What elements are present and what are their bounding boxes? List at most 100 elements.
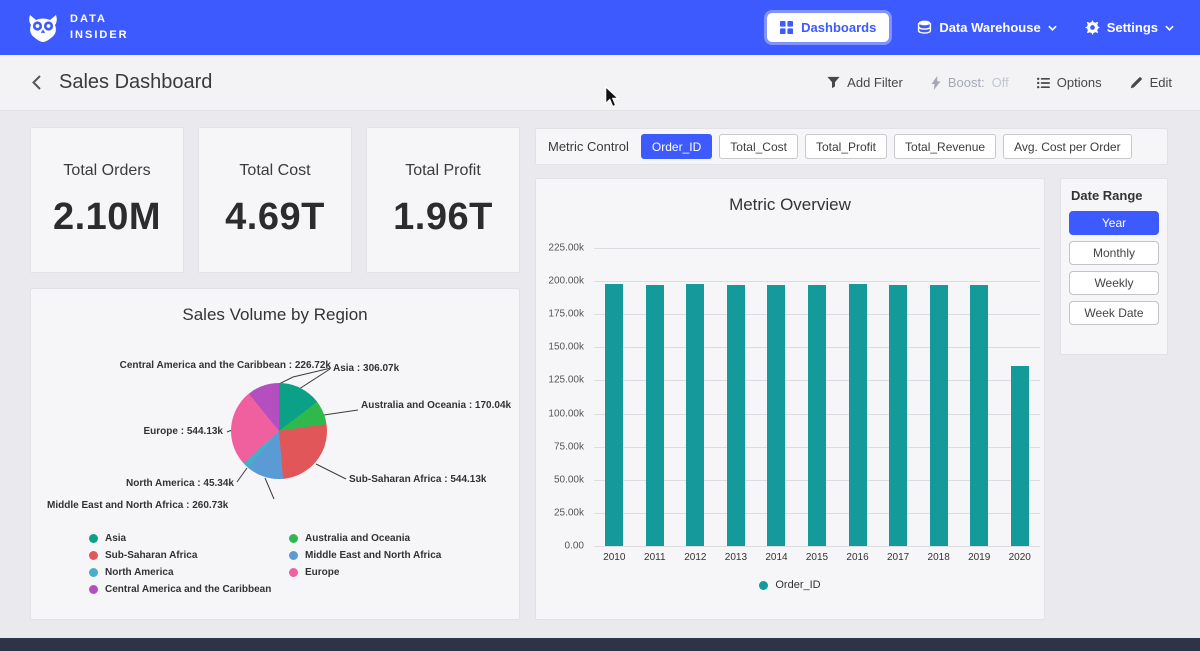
bar[interactable] bbox=[686, 284, 704, 546]
kpi-total-orders: Total Orders 2.10M bbox=[30, 127, 184, 273]
boost-toggle[interactable]: Boost: Off bbox=[931, 75, 1009, 90]
pie[interactable] bbox=[231, 383, 327, 479]
metric-button-total-cost[interactable]: Total_Cost bbox=[719, 134, 798, 159]
gear-icon bbox=[1085, 20, 1100, 35]
back-button[interactable] bbox=[28, 71, 45, 94]
bar-column: 2010 bbox=[594, 248, 635, 546]
bar[interactable] bbox=[727, 285, 745, 546]
brand-text: DATA INSIDER bbox=[70, 12, 129, 44]
x-axis-tick: 2018 bbox=[928, 552, 950, 563]
x-axis-tick: 2016 bbox=[846, 552, 868, 563]
bar[interactable] bbox=[849, 284, 867, 546]
kpi-row: Total Orders 2.10M Total Cost 4.69T Tota… bbox=[30, 127, 520, 273]
date-range-week-date-button[interactable]: Week Date bbox=[1069, 301, 1159, 325]
gridline bbox=[594, 546, 1040, 547]
legend-dot bbox=[89, 568, 98, 577]
legend-label: Asia bbox=[105, 533, 126, 544]
settings-menu[interactable]: Settings bbox=[1085, 20, 1174, 35]
bar[interactable] bbox=[1011, 366, 1029, 546]
legend-label: Middle East and North Africa bbox=[305, 550, 441, 561]
date-range-monthly-button[interactable]: Monthly bbox=[1069, 241, 1159, 265]
edit-label: Edit bbox=[1150, 75, 1172, 90]
dashboards-button[interactable]: Dashboards bbox=[767, 13, 889, 42]
dashboards-grid-icon bbox=[780, 21, 793, 34]
bar[interactable] bbox=[808, 285, 826, 546]
legend-item-asia[interactable]: Asia bbox=[89, 533, 289, 544]
bar-column: 2012 bbox=[675, 248, 716, 546]
x-axis-tick: 2014 bbox=[765, 552, 787, 563]
owl-logo-icon bbox=[26, 13, 60, 43]
legend-item-central-america[interactable]: Central America and the Caribbean bbox=[89, 584, 289, 595]
pie-label-middle-east: Middle East and North Africa : 260.73k bbox=[47, 500, 228, 511]
metric-button-avg-cost-per-order[interactable]: Avg. Cost per Order bbox=[1003, 134, 1132, 159]
legend-label: North America bbox=[105, 567, 174, 578]
data-warehouse-menu[interactable]: Data Warehouse bbox=[917, 20, 1056, 35]
add-filter-button[interactable]: Add Filter bbox=[827, 75, 903, 90]
legend-item-australia-oceania[interactable]: Australia and Oceania bbox=[289, 533, 441, 544]
pie-label-asia: Asia : 306.07k bbox=[333, 363, 399, 374]
legend-label: Australia and Oceania bbox=[305, 533, 410, 544]
legend-label: Central America and the Caribbean bbox=[105, 584, 271, 595]
kpi-value: 1.96T bbox=[393, 196, 493, 239]
kpi-label: Total Orders bbox=[63, 162, 150, 180]
database-icon bbox=[917, 20, 932, 35]
y-axis-tick: 0.00 bbox=[565, 541, 584, 552]
date-range-weekly-button[interactable]: Weekly bbox=[1069, 271, 1159, 295]
kpi-label: Total Profit bbox=[405, 162, 481, 180]
bar[interactable] bbox=[605, 284, 623, 546]
legend-dot bbox=[89, 585, 98, 594]
y-axis-tick: 200.00k bbox=[548, 276, 584, 287]
kpi-total-cost: Total Cost 4.69T bbox=[198, 127, 352, 273]
pencil-icon bbox=[1130, 76, 1143, 89]
bar[interactable] bbox=[889, 285, 907, 546]
options-button[interactable]: Options bbox=[1037, 75, 1102, 90]
kpi-label: Total Cost bbox=[239, 162, 310, 180]
y-axis-tick: 100.00k bbox=[548, 408, 584, 419]
bar-column: 2020 bbox=[999, 248, 1040, 546]
bar[interactable] bbox=[970, 285, 988, 546]
legend-dot bbox=[89, 551, 98, 560]
bar-chart-legend[interactable]: Order_ID bbox=[536, 579, 1044, 591]
legend-item-middle-east[interactable]: Middle East and North Africa bbox=[289, 550, 441, 561]
bar-column: 2019 bbox=[959, 248, 1000, 546]
x-axis-tick: 2010 bbox=[603, 552, 625, 563]
y-axis: 0.0025.00k50.00k75.00k100.00k125.00k150.… bbox=[536, 248, 588, 546]
kpi-total-profit: Total Profit 1.96T bbox=[366, 127, 520, 273]
pie-label-north-america: North America : 45.34k bbox=[126, 478, 234, 489]
y-axis-tick: 225.00k bbox=[548, 243, 584, 254]
brand[interactable]: DATA INSIDER bbox=[26, 12, 129, 44]
metric-button-total-revenue[interactable]: Total_Revenue bbox=[894, 134, 996, 159]
chevron-left-icon bbox=[32, 75, 41, 90]
date-range-title: Date Range bbox=[1071, 188, 1159, 203]
bar[interactable] bbox=[930, 285, 948, 546]
pie-legend-column: Asia Sub-Saharan Africa North America Ce… bbox=[89, 533, 289, 595]
pie-legend: Asia Sub-Saharan Africa North America Ce… bbox=[31, 533, 519, 595]
list-icon bbox=[1037, 77, 1050, 89]
x-axis-tick: 2013 bbox=[725, 552, 747, 563]
y-axis-tick: 25.00k bbox=[554, 507, 584, 518]
legend-item-north-america[interactable]: North America bbox=[89, 567, 289, 578]
dashboard-header: Sales Dashboard Add Filter Boost: Off Op… bbox=[0, 55, 1200, 111]
bars: 2010201120122013201420152016201720182019… bbox=[594, 248, 1040, 546]
y-axis-tick: 175.00k bbox=[548, 309, 584, 320]
legend-dot bbox=[289, 534, 298, 543]
brand-line2: INSIDER bbox=[70, 28, 129, 44]
pie-label-central-america: Central America and the Caribbean : 226.… bbox=[120, 360, 331, 371]
metric-button-order-id[interactable]: Order_ID bbox=[641, 134, 712, 159]
top-navbar: DATA INSIDER Dashboards Data Warehouse bbox=[0, 0, 1200, 55]
page-title: Sales Dashboard bbox=[59, 71, 212, 94]
sales-volume-by-region-card: Sales Volume by Region Central America a… bbox=[30, 288, 520, 620]
bar[interactable] bbox=[767, 285, 785, 546]
edit-button[interactable]: Edit bbox=[1130, 75, 1172, 90]
boost-label: Boost: bbox=[948, 75, 985, 90]
legend-item-sub-saharan[interactable]: Sub-Saharan Africa bbox=[89, 550, 289, 561]
date-range-year-button[interactable]: Year bbox=[1069, 211, 1159, 235]
date-range-card: Date Range Year Monthly Weekly Week Date bbox=[1060, 178, 1168, 355]
lightning-icon bbox=[931, 76, 941, 90]
y-axis-tick: 75.00k bbox=[554, 441, 584, 452]
bar[interactable] bbox=[646, 285, 664, 546]
kpi-value: 4.69T bbox=[225, 196, 325, 239]
x-axis-tick: 2012 bbox=[684, 552, 706, 563]
legend-item-europe[interactable]: Europe bbox=[289, 567, 441, 578]
metric-button-total-profit[interactable]: Total_Profit bbox=[805, 134, 887, 159]
